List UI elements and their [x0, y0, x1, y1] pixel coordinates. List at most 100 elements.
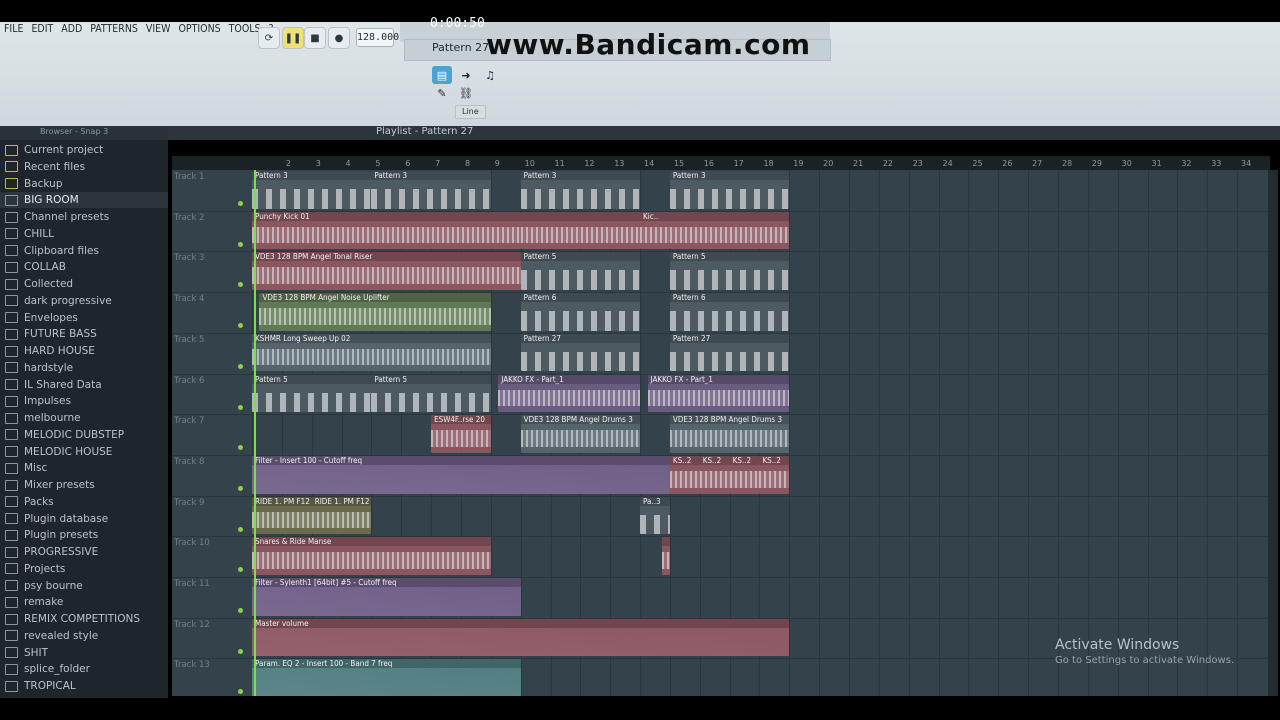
clip-pattern[interactable]: Pa..3 [640, 496, 670, 535]
clip-pattern[interactable]: Pattern 3 [669, 171, 790, 209]
clip-pattern[interactable]: Pattern 6 [520, 293, 641, 331]
browser-item[interactable]: FUTURE BASS [0, 326, 168, 342]
browser-item[interactable]: Mixer presets [0, 477, 168, 493]
track-mute-led[interactable] [238, 485, 243, 491]
track-mute-led[interactable] [238, 323, 243, 329]
browser-item[interactable]: Collected [0, 276, 168, 292]
browser-item[interactable]: IL Shared Data [0, 377, 168, 393]
browser-item[interactable]: dark progressive [0, 293, 168, 309]
browser-item[interactable]: melbourne [0, 410, 168, 426]
menu-view[interactable]: VIEW [142, 22, 175, 40]
browser-item[interactable]: Envelopes [0, 310, 168, 326]
clip-audio-red[interactable]: KS..2 [669, 455, 700, 494]
clip-audio-purple[interactable]: JAKKO FX - Part_1 [498, 374, 641, 413]
menu-add[interactable]: ADD [57, 22, 86, 40]
track-mute-led[interactable] [238, 445, 243, 451]
pencil-icon[interactable]: ✎ [432, 84, 452, 102]
playhead[interactable] [254, 170, 256, 696]
clip-pattern[interactable]: Pattern 27 [520, 333, 641, 372]
track-mute-led[interactable] [238, 404, 243, 410]
browser-item[interactable]: Packs [0, 494, 168, 510]
record-button[interactable]: ● [328, 27, 350, 49]
clip-audio-olive[interactable]: RIDE 1. PM F12 [311, 496, 372, 535]
browser-item[interactable]: Channel presets [0, 209, 168, 225]
clip-pattern[interactable]: Pattern 6 [669, 293, 790, 331]
clip-audio-red[interactable]: VDE3 128 BPM Angel Tonal Riser [252, 252, 521, 291]
clip-auto-red[interactable]: Master volume [252, 618, 790, 657]
clip-pattern[interactable]: Pattern 5 [371, 374, 491, 413]
clip-audio-red[interactable]: Snares & Ride Manse [252, 537, 491, 575]
track-label[interactable]: Track 12 [174, 620, 210, 630]
clip-audio-red[interactable]: KS..2 [729, 455, 760, 494]
clip-audio-slate[interactable]: VDE3 128 BPM Angel Drums 3 [520, 415, 641, 453]
clip-auto-purple[interactable]: Filter - Sylenth1 [64bit] #5 - Cutoff fr… [252, 578, 521, 616]
clip-auto-purple[interactable]: Filter - Insert 100 - Cutoff freq [252, 455, 670, 494]
menu-edit[interactable]: EDIT [27, 22, 57, 40]
browser-item[interactable]: TROPICAL [0, 678, 168, 694]
tempo-display[interactable]: 128.000 [356, 28, 399, 47]
clip-audio-green[interactable]: VDE3 128 BPM Angel Noise Uplifter [259, 293, 491, 331]
clip-audio-olive[interactable]: RIDE 1. PM F12 [252, 496, 312, 535]
track-mute-led[interactable] [238, 201, 243, 206]
snap-mode[interactable]: Line [455, 105, 486, 119]
clip-pattern[interactable]: Pattern 5 [669, 252, 790, 291]
clip-audio-red[interactable]: ESW4F..rse 20 [431, 415, 491, 453]
playlist-grid[interactable]: Track 1 Track 2 Track 3 Track 4 Track 5 Track… [172, 170, 1270, 696]
clip-audio-red[interactable]: Punchy Kick 01 [252, 211, 521, 250]
arrow-icon[interactable]: ➜ [456, 66, 476, 84]
clip-pattern[interactable]: Pattern 5 [520, 252, 641, 291]
vertical-scrollbar[interactable] [1268, 170, 1278, 696]
track-label[interactable]: Track 1 [174, 172, 204, 182]
clip-audio-red[interactable]: KS..2 [699, 455, 730, 494]
browser-item[interactable]: hardstyle [0, 360, 168, 376]
browser-item[interactable]: Projects [0, 561, 168, 577]
browser-item[interactable]: PROGRESSIVE [0, 544, 168, 560]
track-mute-led[interactable] [238, 526, 243, 532]
menu-file[interactable]: FILE [0, 22, 27, 40]
clip-pattern[interactable]: Pattern 3 [520, 171, 641, 209]
track-label[interactable]: Track 7 [174, 416, 204, 426]
track-label[interactable]: Track 10 [174, 538, 210, 548]
browser-item[interactable]: splice_folder [0, 661, 168, 677]
track-label[interactable]: Track 2 [174, 213, 204, 223]
piano-icon[interactable]: ♫ [480, 66, 500, 84]
track-mute-led[interactable] [238, 363, 243, 369]
clip-pattern[interactable]: Pattern 3 [252, 171, 372, 209]
browser-item[interactable]: HARD HOUSE [0, 343, 168, 359]
clip-audio-slate[interactable]: VDE3 128 BPM Angel Drums 3 [669, 415, 790, 453]
track-label[interactable]: Track 9 [174, 498, 204, 508]
track-label[interactable]: Track 11 [174, 579, 210, 589]
clip-auto-teal[interactable]: Param. EQ 2 - Insert 100 - Band 7 freq [252, 659, 521, 696]
track-label[interactable]: Track 6 [174, 376, 204, 386]
clip-audio-slate[interactable]: KSHMR Long Sweep Up 02 [252, 333, 491, 372]
browser-item[interactable]: Impulses [0, 393, 168, 409]
track-mute-led[interactable] [238, 567, 243, 573]
track-mute-led[interactable] [238, 282, 243, 288]
browser-item[interactable]: REMIX COMPETITIONS [0, 611, 168, 627]
track-label[interactable]: Track 13 [174, 660, 210, 670]
browser-item[interactable]: MELODIC HOUSE [0, 444, 168, 460]
track-label[interactable]: Track 5 [174, 335, 204, 345]
clip-audio-red[interactable]: KS..2 [759, 455, 790, 494]
clip-pattern[interactable]: Pattern 27 [669, 333, 790, 372]
track-mute-led[interactable] [238, 608, 243, 613]
track-mute-led[interactable] [238, 241, 243, 247]
browser-item[interactable]: Current project [0, 142, 168, 158]
browser-item[interactable]: Plugin database [0, 511, 168, 527]
link-icon[interactable]: ⛓ [456, 84, 476, 102]
browser-item[interactable]: BIG ROOM [0, 192, 168, 209]
stop-button[interactable]: ■ [304, 27, 326, 49]
clip-audio-red[interactable] [520, 211, 641, 250]
browser-item[interactable]: Plugin presets [0, 527, 168, 543]
clip-pattern[interactable]: Pattern 3 [371, 171, 491, 209]
clip-pattern[interactable]: Pattern 5 [252, 374, 372, 413]
browser-item[interactable]: COLLAB [0, 259, 168, 275]
track-label[interactable]: Track 8 [174, 457, 204, 467]
browser-item[interactable]: Recent files [0, 159, 168, 175]
browser-item[interactable]: MELODIC DUBSTEP [0, 427, 168, 443]
track-label[interactable]: Track 4 [174, 294, 204, 304]
browser-item[interactable]: Backup [0, 176, 168, 192]
menu-patterns[interactable]: PATTERNS [86, 22, 142, 40]
loop-icon[interactable]: ⟳ [258, 27, 280, 49]
track-mute-led[interactable] [238, 648, 243, 654]
